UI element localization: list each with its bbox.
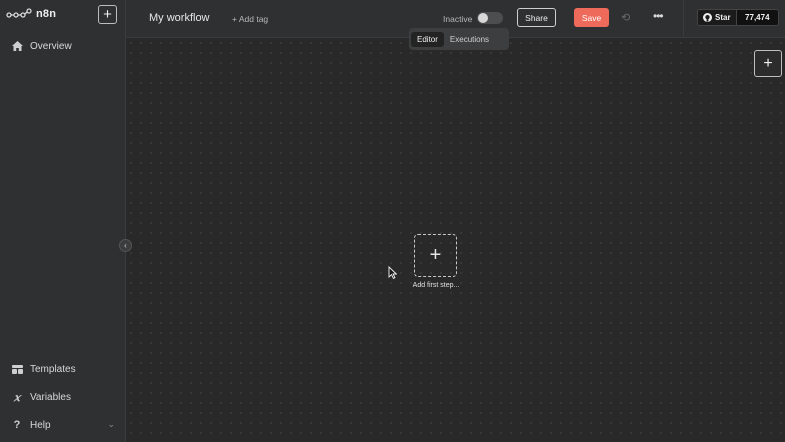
sidebar-item-label: Variables: [30, 391, 71, 403]
new-workflow-button[interactable]: +: [98, 5, 117, 24]
github-star-label: Star: [715, 13, 731, 22]
sidebar-item-templates[interactable]: Templates: [11, 363, 115, 375]
add-first-step-label: Add first step...: [412, 282, 460, 289]
github-star: Star: [698, 10, 736, 25]
github-star-button[interactable]: Star 77,474: [697, 9, 779, 26]
tab-editor[interactable]: Editor: [411, 31, 444, 47]
n8n-logo[interactable]: n8n: [6, 8, 56, 20]
header-divider: [683, 0, 684, 38]
add-node-button[interactable]: +: [754, 50, 782, 77]
save-button[interactable]: Save: [574, 8, 609, 27]
active-toggle[interactable]: [477, 12, 503, 24]
github-star-count: 77,474: [735, 10, 778, 25]
sidebar: n8n + Overview Templates 𝑥 Variables ? H…: [0, 0, 126, 442]
history-icon[interactable]: ⟲: [621, 11, 630, 24]
brand-name: n8n: [36, 8, 57, 20]
home-icon: [11, 40, 23, 52]
templates-icon: [11, 363, 23, 375]
sidebar-item-label: Templates: [30, 363, 76, 375]
toggle-knob: [478, 13, 488, 23]
share-button[interactable]: Share: [517, 8, 556, 27]
add-first-step-button[interactable]: +: [414, 234, 457, 277]
more-options-icon[interactable]: •••: [653, 9, 664, 23]
sidebar-item-overview[interactable]: Overview: [11, 40, 115, 52]
github-icon: [703, 13, 712, 22]
sidebar-item-label: Help: [30, 419, 51, 431]
sidebar-item-help[interactable]: ? Help ⌄: [11, 419, 115, 431]
variables-icon: 𝑥: [13, 390, 21, 404]
tab-executions[interactable]: Executions: [444, 32, 495, 47]
help-icon: ?: [13, 419, 21, 431]
workflow-name[interactable]: My workflow: [149, 12, 210, 24]
n8n-logo-icon: [6, 8, 32, 18]
chevron-down-icon: ⌄: [107, 419, 115, 429]
view-tabs: Editor Executions: [409, 28, 509, 50]
status-label: Inactive: [443, 14, 473, 24]
collapse-sidebar-button[interactable]: ‹: [119, 239, 132, 252]
mouse-cursor-icon: [388, 266, 397, 279]
add-tag-link[interactable]: + Add tag: [232, 14, 268, 24]
sidebar-item-label: Overview: [30, 40, 72, 52]
sidebar-item-variables[interactable]: 𝑥 Variables: [11, 390, 115, 404]
